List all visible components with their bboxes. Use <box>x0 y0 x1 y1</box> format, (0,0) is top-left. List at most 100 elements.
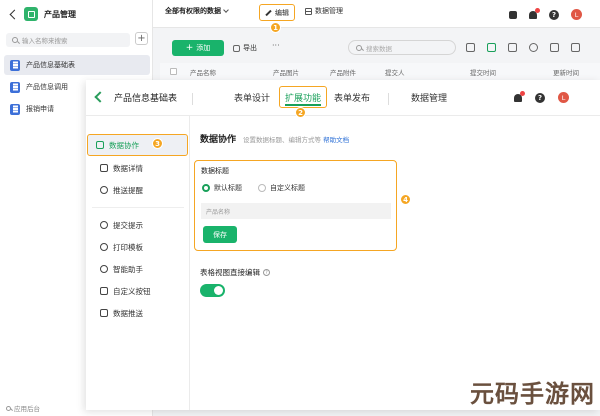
menu-item-label: 打印模板 <box>113 242 143 252</box>
step-badge-3: 3 <box>152 138 163 149</box>
select-all-checkbox[interactable] <box>170 68 177 75</box>
title-field-select[interactable] <box>201 203 391 219</box>
menu-item-data-push[interactable]: 数据推送 <box>92 303 184 323</box>
header-divider <box>192 93 193 105</box>
refresh-icon[interactable] <box>529 43 538 52</box>
panel-header-actions: ? L <box>514 90 569 103</box>
search-icon <box>356 44 362 51</box>
sidebar-add-button[interactable]: + <box>135 32 148 45</box>
menu-item-print-template[interactable]: 打印模板 <box>92 237 184 257</box>
notification-dot <box>535 7 540 13</box>
watermark: 元码手游网 <box>470 379 595 408</box>
tab-extensions[interactable]: 扩展功能 <box>279 86 328 108</box>
toolbar-icons <box>466 43 580 52</box>
top-bar-actions: ? L <box>509 7 582 20</box>
section-subtitle-text: 设置数据标题、编辑方式等 <box>243 136 321 144</box>
tab-form-publish[interactable]: 表单发布 <box>334 91 370 104</box>
filter-icon[interactable] <box>466 43 475 52</box>
app-logo-icon <box>24 7 38 21</box>
avatar[interactable]: L <box>571 9 582 20</box>
tab-form-design[interactable]: 表单设计 <box>234 91 270 104</box>
info-icon[interactable]: ? <box>263 269 270 276</box>
more-button[interactable]: ··· <box>272 41 280 50</box>
avatar[interactable]: L <box>558 92 569 103</box>
radio-custom-title[interactable]: 自定义标题 <box>258 183 305 193</box>
menu-divider <box>92 207 184 208</box>
edit-button[interactable]: 编辑 <box>259 4 295 21</box>
layout-icon[interactable] <box>509 10 517 19</box>
radio-default-title[interactable]: 默认标题 <box>202 183 242 193</box>
table-inline-edit-toggle[interactable] <box>200 284 225 297</box>
menu-item-submit-tip[interactable]: 提交提示 <box>92 215 184 235</box>
permission-filter-dropdown[interactable]: 全部有权限的数据 <box>165 6 229 16</box>
data-search-placeholder: 搜索数据 <box>366 44 392 53</box>
column-header: 产品名称 <box>190 69 216 77</box>
radio-label: 自定义标题 <box>270 184 305 192</box>
help-icon[interactable]: ? <box>535 92 545 103</box>
radio-label: 默认标题 <box>214 184 242 192</box>
data-management-label: 数据管理 <box>315 7 343 15</box>
form-title: 产品信息基础表 <box>114 94 178 104</box>
bell-icon <box>100 186 108 194</box>
menu-item-label: 数据协作 <box>109 140 139 150</box>
form-icon <box>10 81 20 93</box>
sidebar-search-input[interactable]: 输入名称来搜索 <box>6 33 130 47</box>
export-button[interactable]: 导出 <box>233 43 257 53</box>
table-icon <box>305 7 312 15</box>
permission-filter-label: 全部有权限的数据 <box>165 7 221 15</box>
pencil-icon <box>265 9 272 16</box>
app-backend-link[interactable]: 应用后台 <box>6 403 40 413</box>
app-title: 产品管理 <box>44 9 76 19</box>
data-title-settings: 数据标题 默认标题 自定义标题 保存 <box>194 160 397 251</box>
settings-header: 产品信息基础表 表单设计 扩展功能 2 表单发布 数据管理 ? L <box>86 80 600 118</box>
column-header: 提交人 <box>385 69 405 77</box>
table-inline-edit-label: 表格视图直接编辑 ? <box>200 267 270 278</box>
add-record-button[interactable]: + 添加 <box>172 40 224 56</box>
bell-icon[interactable] <box>514 90 525 102</box>
app-backend-label: 应用后台 <box>14 405 40 413</box>
form-icon <box>10 103 20 115</box>
help-doc-link[interactable]: 帮助文档 <box>323 136 349 144</box>
section-heading: 数据协作 <box>200 135 237 145</box>
menu-item-data-collaboration[interactable]: 数据协作 <box>87 134 188 156</box>
notification-dot <box>520 90 525 96</box>
column-header: 产品附件 <box>330 69 356 77</box>
step-badge-2: 2 <box>295 107 306 118</box>
menu-item-smart-assistant[interactable]: 智能助手 <box>92 259 184 279</box>
table-header: 产品名称 产品图片 产品附件 提交人 提交时间 更新时间 <box>160 63 600 80</box>
menu-item-label: 数据详情 <box>113 163 143 173</box>
data-title-label: 数据标题 <box>201 167 229 175</box>
table-inline-edit-text: 表格视图直接编辑 <box>200 268 260 277</box>
save-button[interactable]: 保存 <box>203 226 237 243</box>
printer-icon <box>100 243 108 251</box>
gear-icon <box>6 405 11 411</box>
sort-icon[interactable] <box>508 43 517 52</box>
sidebar-item-label: 报销申请 <box>26 105 54 113</box>
sidebar-item-product-info[interactable]: 产品信息基础表 <box>4 55 150 75</box>
data-management-link[interactable]: 数据管理 <box>305 6 343 16</box>
menu-item-push-reminder[interactable]: 推送提醒 <box>92 180 184 200</box>
tab-data-management[interactable]: 数据管理 <box>411 91 447 104</box>
view-toggle-icon[interactable] <box>487 43 496 52</box>
top-bar: 全部有权限的数据 编辑 1 数据管理 ? L <box>153 0 600 33</box>
keyboard-icon[interactable] <box>550 43 559 52</box>
menu-item-label: 数据推送 <box>113 308 143 318</box>
fullscreen-icon[interactable] <box>571 43 580 52</box>
menu-item-data-detail[interactable]: 数据详情 <box>92 158 184 178</box>
menu-item-label: 提交提示 <box>113 220 143 230</box>
back-chevron-icon[interactable] <box>9 9 20 19</box>
bell-icon[interactable] <box>529 7 540 19</box>
check-circle-icon <box>100 221 108 229</box>
sidebar-search-placeholder: 输入名称来搜索 <box>22 37 68 45</box>
data-search-input[interactable]: 搜索数据 <box>348 40 456 55</box>
add-label: 添加 <box>196 44 211 52</box>
menu-item-custom-button[interactable]: 自定义按钮 <box>92 281 184 301</box>
back-chevron-icon[interactable] <box>94 91 106 103</box>
form-icon <box>10 59 20 71</box>
column-header: 产品图片 <box>273 69 299 77</box>
chevron-down-icon <box>223 6 229 13</box>
column-header: 提交时间 <box>470 69 496 77</box>
menu-item-label: 智能助手 <box>113 264 143 274</box>
help-icon[interactable]: ? <box>549 9 559 20</box>
plus-icon: + <box>185 43 194 53</box>
